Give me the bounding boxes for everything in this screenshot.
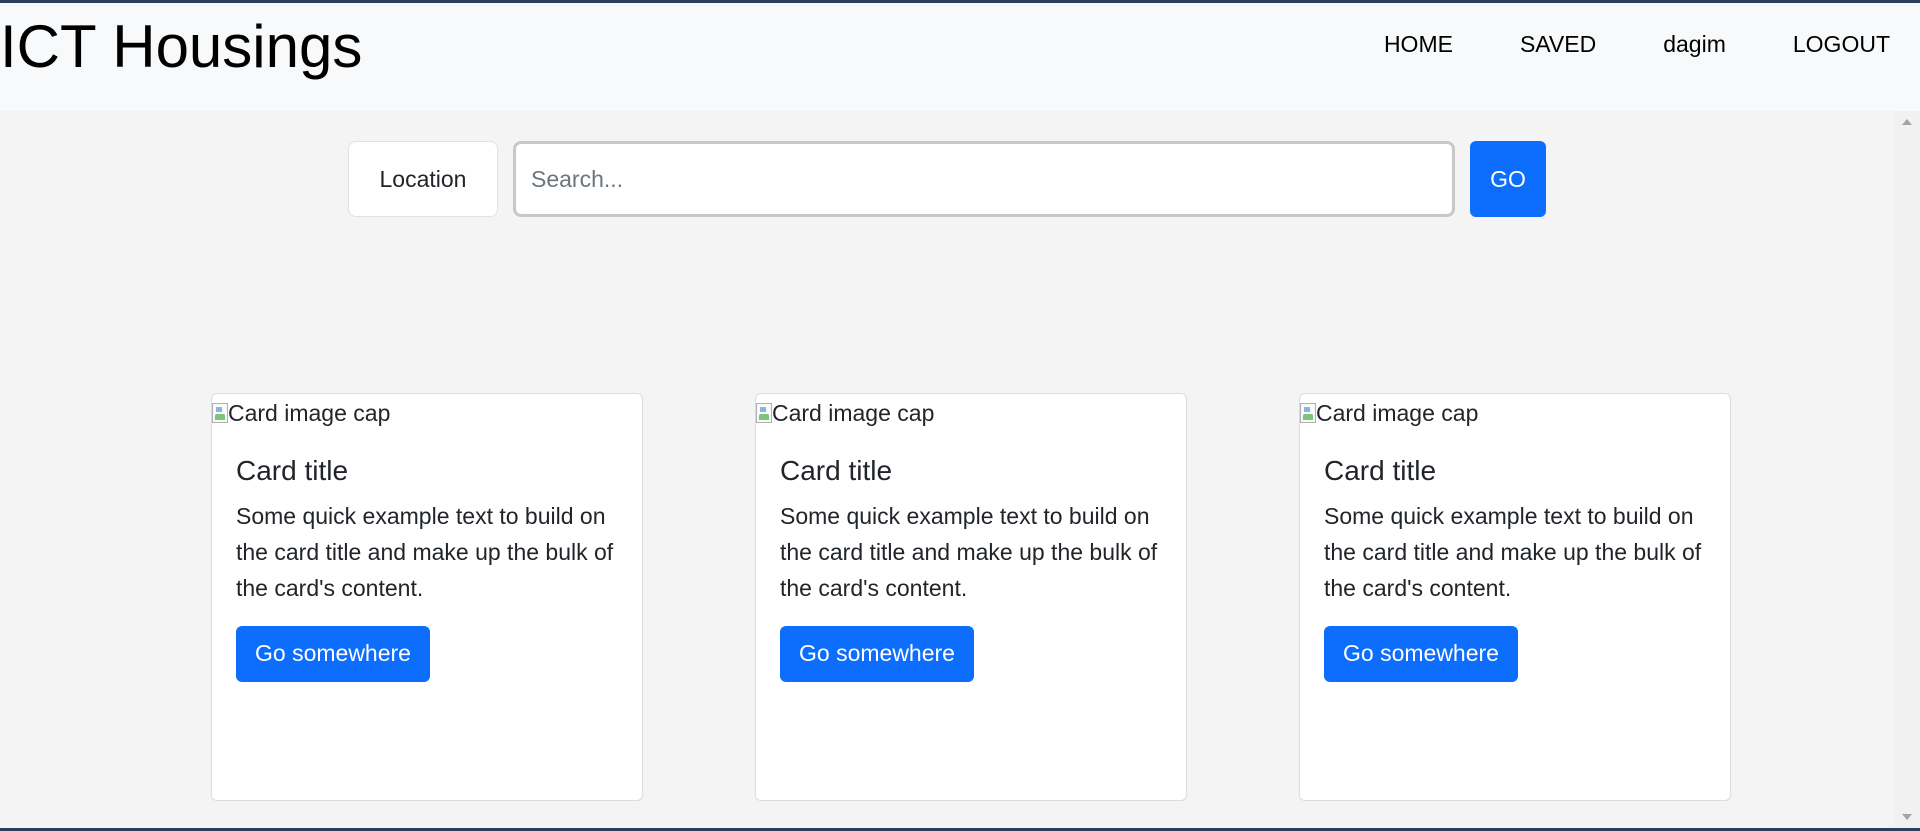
card-image-alt: Card image cap — [772, 399, 935, 426]
card-image-alt: Card image cap — [228, 399, 391, 426]
go-somewhere-button[interactable]: Go somewhere — [780, 625, 974, 682]
broken-image-icon — [756, 403, 772, 423]
scroll-up-icon[interactable] — [1902, 119, 1912, 125]
card-title: Card title — [1324, 455, 1437, 486]
card-text: Some quick example text to build on the … — [236, 502, 614, 601]
card-title: Card title — [780, 455, 893, 486]
broken-image-icon — [1300, 403, 1316, 423]
nav-link-saved[interactable]: SAVED — [1520, 31, 1596, 58]
go-somewhere-button[interactable]: Go somewhere — [1324, 625, 1518, 682]
card-text: Some quick example text to build on the … — [1324, 502, 1702, 601]
navbar: ICT Housings HOME SAVED dagim LOGOUT — [0, 3, 1920, 111]
brand-title[interactable]: ICT Housings — [0, 17, 362, 77]
location-button[interactable]: Location — [348, 141, 498, 217]
card-body: Card title Some quick example text to bu… — [780, 454, 1162, 682]
go-somewhere-button[interactable]: Go somewhere — [236, 625, 430, 682]
card-text: Some quick example text to build on the … — [780, 502, 1158, 601]
card-body: Card title Some quick example text to bu… — [1324, 454, 1706, 682]
nav-links: HOME SAVED dagim LOGOUT — [1384, 31, 1890, 58]
card-image-alt: Card image cap — [1316, 399, 1479, 426]
scroll-down-icon[interactable] — [1902, 814, 1912, 820]
main-content: Location GO Card image cap Card title So… — [0, 111, 1894, 828]
card: Card image cap Card title Some quick exa… — [755, 393, 1187, 801]
nav-link-home[interactable]: HOME — [1384, 31, 1453, 58]
card-title: Card title — [236, 455, 349, 486]
card-list: Card image cap Card title Some quick exa… — [211, 393, 1731, 801]
nav-link-user[interactable]: dagim — [1663, 31, 1726, 58]
card: Card image cap Card title Some quick exa… — [1299, 393, 1731, 801]
card-image: Card image cap — [1300, 394, 1478, 432]
nav-link-logout[interactable]: LOGOUT — [1793, 31, 1890, 58]
card-body: Card title Some quick example text to bu… — [236, 454, 618, 682]
card-image: Card image cap — [212, 394, 390, 432]
card-image: Card image cap — [756, 394, 934, 432]
card: Card image cap Card title Some quick exa… — [211, 393, 643, 801]
go-button[interactable]: GO — [1470, 141, 1546, 217]
search-bar: Location GO — [348, 141, 1546, 217]
vertical-scrollbar[interactable] — [1894, 111, 1920, 828]
search-input[interactable] — [513, 141, 1455, 217]
broken-image-icon — [212, 403, 228, 423]
